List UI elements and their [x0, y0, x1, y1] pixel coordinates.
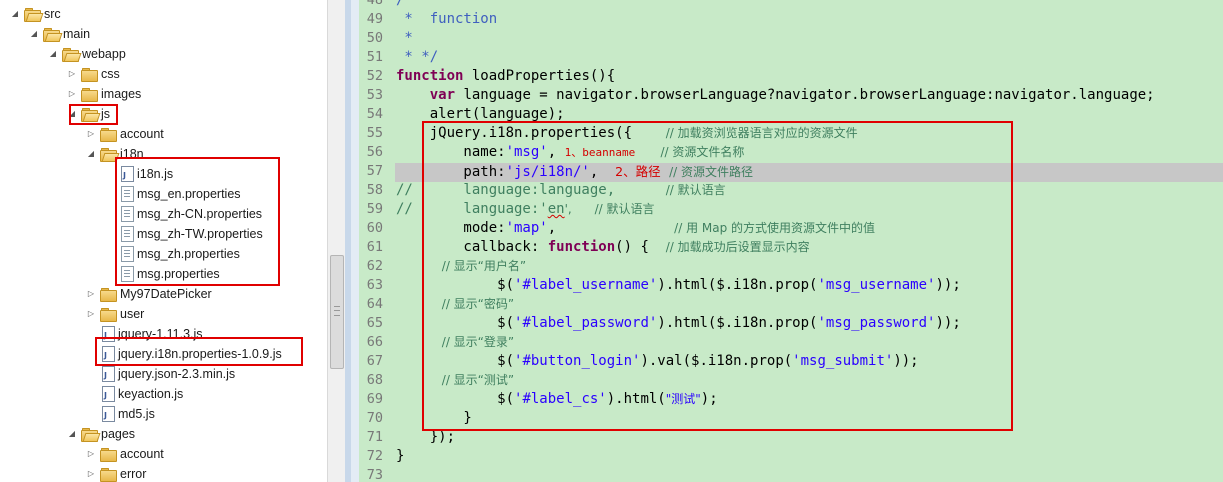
expanded-arrow-icon[interactable]: ◢: [47, 44, 59, 64]
line-number: 70: [366, 410, 383, 426]
line-number: 56: [366, 144, 383, 160]
open-folder-icon: [43, 28, 63, 42]
line-number: 60: [366, 220, 383, 236]
expanded-arrow-icon[interactable]: ◢: [28, 24, 40, 44]
folder-icon: [100, 468, 117, 482]
tree-item[interactable]: Jmd5.js: [0, 404, 327, 424]
line-number: 68: [366, 372, 383, 388]
code-line-53: var language = navigator.browserLanguage…: [429, 87, 1155, 103]
tree-item[interactable]: ▷ account: [0, 444, 327, 464]
annotation-ruler: [351, 0, 359, 482]
folder-icon: [81, 68, 98, 82]
tree-item-label: webapp: [82, 47, 126, 61]
line-number: 49: [366, 11, 383, 27]
collapsed-arrow-icon[interactable]: ▷: [85, 124, 97, 144]
line-number: 52: [366, 68, 383, 84]
tree-item[interactable]: ◢ main: [0, 24, 327, 44]
line-number-gutter: 48 49 50 51 52 53 54 55 56 57 58 59 60 61 62 63 64 65 66 67…: [359, 0, 395, 482]
code-line-51: * */: [396, 49, 439, 65]
tree-item-label: jquery.json-2.3.min.js: [118, 367, 236, 381]
js-file-icon: J: [102, 364, 116, 384]
tree-item[interactable]: ◢ src: [0, 4, 327, 24]
open-folder-icon: [24, 8, 44, 22]
collapsed-arrow-icon[interactable]: ▷: [66, 64, 78, 84]
tree-item-label: pages: [101, 427, 136, 441]
tree-item-label: css: [101, 67, 120, 81]
code-line-50: *: [396, 30, 413, 46]
collapsed-arrow-icon[interactable]: ▷: [85, 444, 97, 464]
line-number: 72: [366, 448, 383, 464]
tree-item[interactable]: ▷ My97DatePicker: [0, 284, 327, 304]
line-number: 61: [366, 239, 383, 255]
line-number: 69: [366, 391, 383, 407]
tree-item[interactable]: Jkeyaction.js: [0, 384, 327, 404]
folder-icon: [100, 308, 117, 322]
line-number: 48: [366, 0, 383, 8]
tree-item[interactable]: ▷ user: [0, 304, 327, 324]
tree-item-label: images: [101, 87, 142, 101]
open-folder-icon: [100, 148, 120, 162]
code-line-52: function loadProperties(){: [396, 68, 616, 84]
line-number: 67: [366, 353, 383, 369]
js-file-icon: J: [102, 384, 116, 404]
scrollbar-thumb[interactable]: [330, 255, 344, 369]
highlight-box-i18n-files: [115, 157, 280, 286]
tree-item[interactable]: ◢ webapp: [0, 44, 327, 64]
line-number: 53: [366, 87, 383, 103]
code-line-48: /**: [396, 0, 422, 8]
open-folder-icon: [81, 428, 101, 442]
folder-icon: [100, 128, 117, 142]
tree-item-label: error: [120, 467, 147, 481]
expanded-arrow-icon[interactable]: ◢: [9, 4, 21, 24]
expanded-arrow-icon[interactable]: ◢: [85, 144, 97, 164]
line-number: 65: [366, 315, 383, 331]
line-number: 51: [366, 49, 383, 65]
js-file-icon: J: [102, 404, 116, 424]
tree-item-label: src: [44, 7, 61, 21]
code-editor[interactable]: 48 49 50 51 52 53 54 55 56 57 58 59 60 61 62 63 64 65 66 67…: [345, 0, 1223, 482]
tree-item-label: keyaction.js: [118, 387, 184, 401]
line-number: 50: [366, 30, 383, 46]
tree-item-label: main: [63, 27, 91, 41]
tree-item[interactable]: Jjquery.json-2.3.min.js: [0, 364, 327, 384]
tree-item[interactable]: ◢ js: [0, 104, 327, 124]
folder-icon: [100, 448, 117, 462]
highlight-box-js-folder: [69, 104, 118, 125]
tree-item-label: account: [120, 127, 164, 141]
tree-item-label: md5.js: [118, 407, 155, 421]
code-line-49: * function: [396, 11, 498, 27]
line-number: 57: [366, 163, 383, 179]
line-number: 55: [366, 125, 383, 141]
tree-item[interactable]: ▷ account: [0, 124, 327, 144]
code-line-72: }: [396, 448, 405, 464]
expanded-arrow-icon[interactable]: ◢: [66, 424, 78, 444]
open-folder-icon: [62, 48, 82, 62]
highlight-box-jquery-i18n: [95, 337, 303, 366]
collapsed-arrow-icon[interactable]: ▷: [85, 464, 97, 482]
tree-item[interactable]: ◢ pages: [0, 424, 327, 444]
line-number: 63: [366, 277, 383, 293]
tree-item[interactable]: ▷ error: [0, 464, 327, 482]
tree-scrollbar[interactable]: [327, 0, 345, 482]
tree-item-label: account: [120, 447, 164, 461]
line-number: 54: [366, 106, 383, 122]
highlight-box-code: [422, 121, 1013, 431]
line-number: 64: [366, 296, 383, 312]
folder-icon: [81, 88, 98, 102]
line-number: 71: [366, 429, 383, 445]
tree-item[interactable]: ▷ css: [0, 64, 327, 84]
folder-icon: [100, 288, 117, 302]
collapsed-arrow-icon[interactable]: ▷: [85, 284, 97, 304]
line-number: 62: [366, 258, 383, 274]
line-number: 73: [366, 467, 383, 482]
line-number: 66: [366, 334, 383, 350]
collapsed-arrow-icon[interactable]: ▷: [85, 304, 97, 324]
tree-item[interactable]: ▷ images: [0, 84, 327, 104]
tree-item-label: My97DatePicker: [120, 287, 212, 301]
collapsed-arrow-icon[interactable]: ▷: [66, 84, 78, 104]
line-number: 58: [366, 182, 383, 198]
line-number: 59: [366, 201, 383, 217]
tree-item-label: user: [120, 307, 145, 321]
